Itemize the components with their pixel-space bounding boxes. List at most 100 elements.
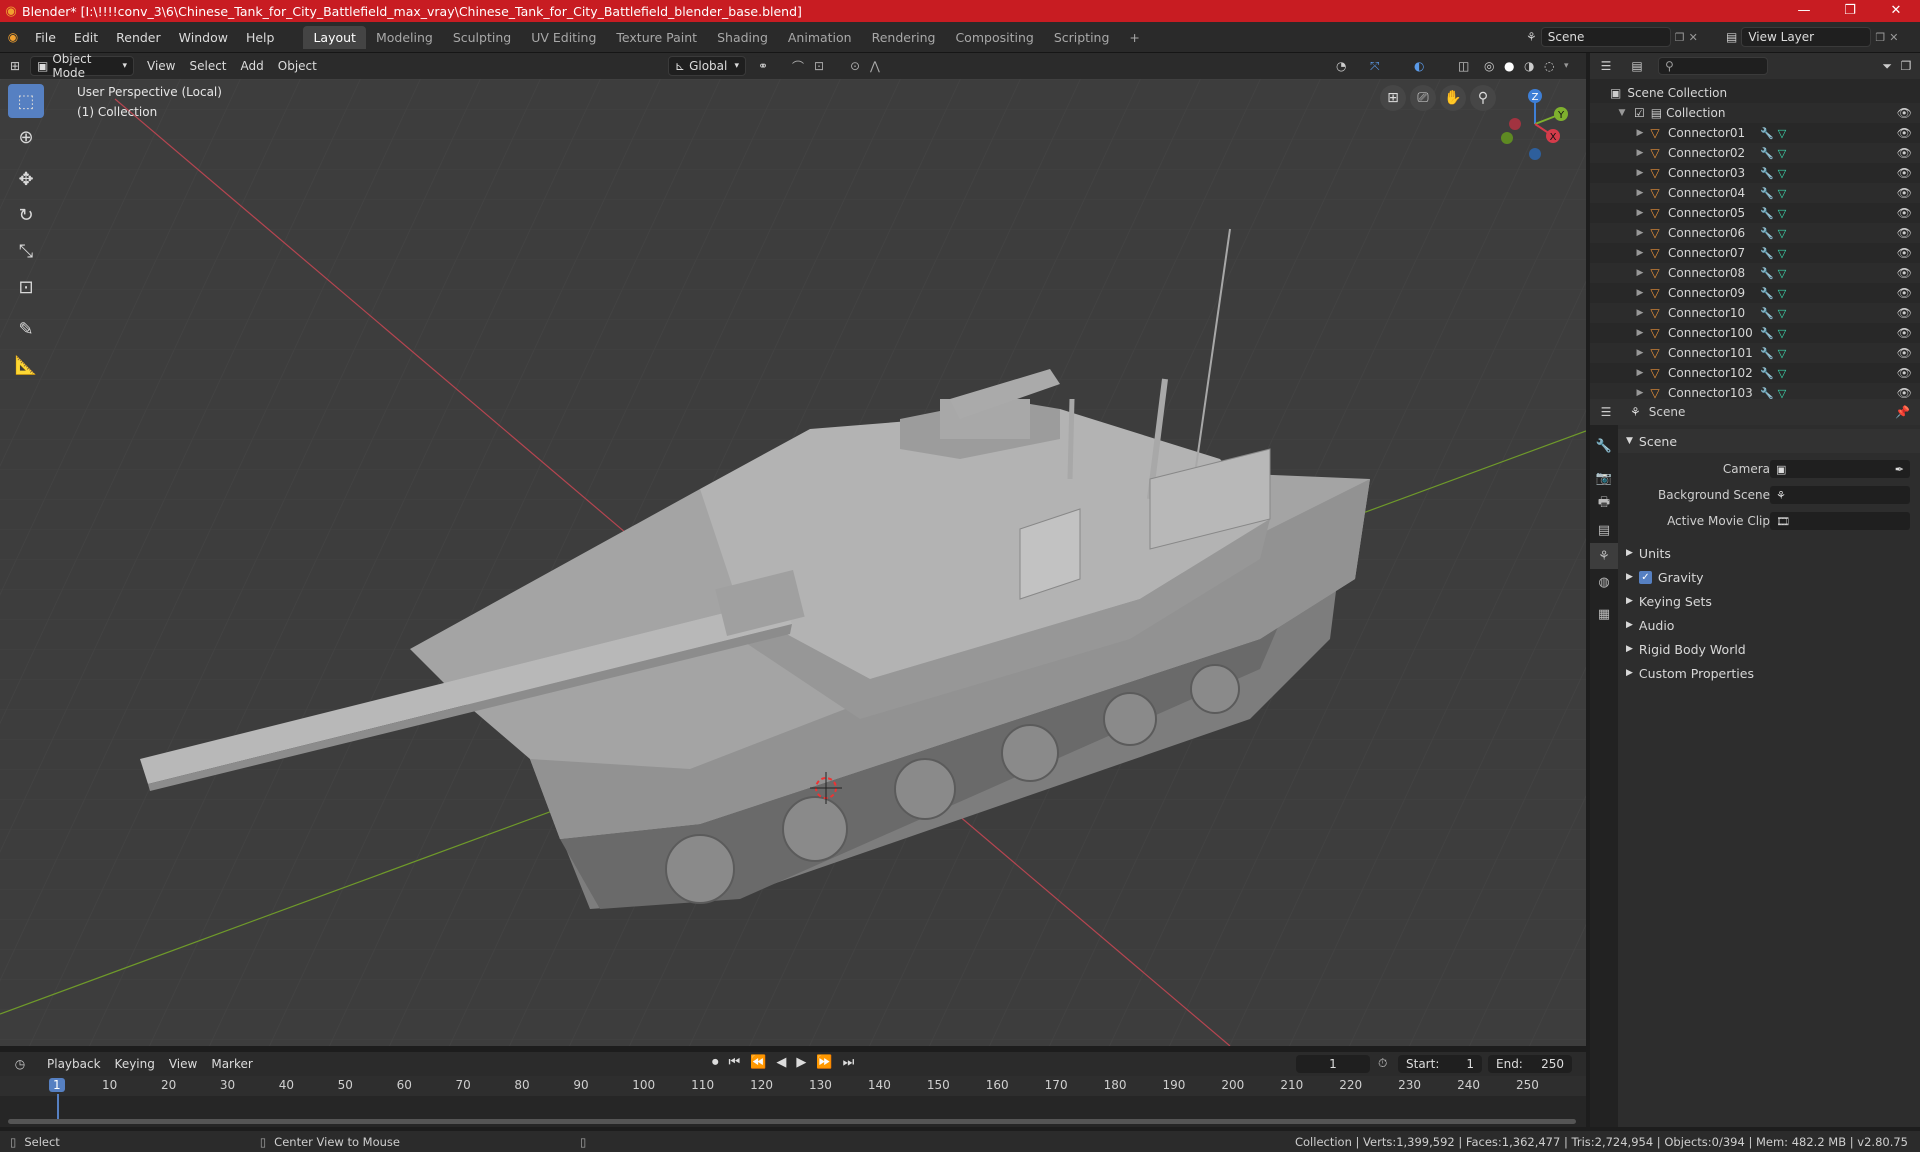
expand-triangle-icon[interactable]: ▶	[1634, 208, 1646, 218]
pivot-icon[interactable]: ⚭	[758, 59, 768, 73]
rendered-shading-icon[interactable]: ◌	[1544, 59, 1554, 73]
world-tab-icon[interactable]: ◍	[1590, 569, 1618, 595]
expand-triangle-icon[interactable]: ▶	[1634, 288, 1646, 298]
record-icon[interactable]: ⏺	[712, 1055, 719, 1070]
outliner-item[interactable]: ▶ ▽ Connector05 🔧 ▽ 👁	[1590, 203, 1920, 223]
eye-icon[interactable]: 👁	[1897, 386, 1912, 400]
mesh-data-icon[interactable]: ▽	[1778, 347, 1786, 360]
timeline-area[interactable]: 1 10 20 30 40 50 60 70 80 90 100 110 120 130 140 150 160…	[0, 1076, 1586, 1127]
tab-modeling[interactable]: Modeling	[366, 26, 443, 49]
expand-triangle-icon[interactable]: ▶	[1634, 368, 1646, 378]
outliner-item[interactable]: ▶ ▽ Connector09 🔧 ▽ 👁	[1590, 283, 1920, 303]
mode-selector[interactable]: ▣ Object Mode ▾	[30, 52, 134, 80]
remove-view-layer-icon[interactable]: ✕	[1889, 31, 1898, 44]
rotate-tool-icon[interactable]: ↻	[8, 198, 44, 232]
expand-triangle-icon[interactable]: ▶	[1634, 228, 1646, 238]
outliner-item[interactable]: ▶ ▽ Connector06 🔧 ▽ 👁	[1590, 223, 1920, 243]
eye-icon[interactable]: 👁	[1897, 366, 1912, 380]
mesh-data-icon[interactable]: ▽	[1778, 187, 1786, 200]
menu-timeline-view[interactable]: View	[162, 1057, 204, 1071]
tab-sculpting[interactable]: Sculpting	[443, 26, 521, 49]
material-shading-icon[interactable]: ◑	[1524, 59, 1534, 73]
eye-icon[interactable]: 👁	[1897, 306, 1912, 320]
current-frame-field[interactable]: 1	[1296, 1055, 1370, 1073]
snap-target-icon[interactable]: ⊡	[814, 59, 824, 73]
remove-scene-icon[interactable]: ✕	[1689, 31, 1698, 44]
solid-shading-icon[interactable]: ●	[1504, 59, 1514, 73]
navigation-gizmo[interactable]: Z Y X	[1495, 84, 1575, 164]
proportional-edit-icon[interactable]: ⊙	[850, 59, 860, 73]
3d-viewport[interactable]: User Perspective (Local) (1) Collection …	[0, 79, 1586, 1046]
outliner-item[interactable]: ▶ ▽ Connector08 🔧 ▽ 👁	[1590, 263, 1920, 283]
audio-panel-header[interactable]: ▶ Audio	[1618, 613, 1920, 637]
modifier-wrench-icon[interactable]: 🔧	[1760, 247, 1774, 260]
menu-file[interactable]: File	[26, 30, 65, 45]
mesh-data-icon[interactable]: ▽	[1778, 367, 1786, 380]
keying-sets-panel-header[interactable]: ▶ Keying Sets	[1618, 589, 1920, 613]
view-layer-tab-icon[interactable]: ▤	[1590, 517, 1618, 543]
modifier-wrench-icon[interactable]: 🔧	[1760, 227, 1774, 240]
menu-help[interactable]: Help	[237, 30, 284, 45]
menu-edit[interactable]: Edit	[65, 30, 107, 45]
expand-triangle-icon[interactable]: ▶	[1634, 328, 1646, 338]
outliner-item[interactable]: ▶ ▽ Connector102 🔧 ▽ 👁	[1590, 363, 1920, 383]
texture-tab-icon[interactable]: ▦	[1590, 601, 1618, 627]
menu-playback[interactable]: Playback	[40, 1057, 108, 1071]
tab-texture-paint[interactable]: Texture Paint	[606, 26, 707, 49]
outliner-item[interactable]: ▶ ▽ Connector07 🔧 ▽ 👁	[1590, 243, 1920, 263]
mesh-data-icon[interactable]: ▽	[1778, 247, 1786, 260]
scene-tab-icon[interactable]: ⚘	[1590, 543, 1618, 569]
wireframe-shading-icon[interactable]: ◎	[1484, 59, 1494, 73]
scale-tool-icon[interactable]: ⤡	[8, 234, 44, 268]
expand-triangle-icon[interactable]: ▶	[1634, 348, 1646, 358]
new-view-layer-icon[interactable]: ❐	[1875, 31, 1885, 44]
editor-type-icon[interactable]: ⊞	[0, 59, 30, 73]
modifier-wrench-icon[interactable]: 🔧	[1760, 327, 1774, 340]
eye-icon[interactable]: 👁	[1897, 106, 1912, 120]
annotate-tool-icon[interactable]: ✎	[8, 312, 44, 346]
jump-keyframe-forward-icon[interactable]: ⏩	[816, 1055, 832, 1070]
minimize-button[interactable]: —	[1781, 0, 1827, 22]
modifier-wrench-icon[interactable]: 🔧	[1760, 267, 1774, 280]
select-box-tool-icon[interactable]: ⬚	[8, 84, 44, 118]
new-collection-icon[interactable]: ❐	[1892, 59, 1920, 73]
active-movie-clip-field[interactable]: 🎞	[1770, 512, 1910, 530]
eye-icon[interactable]: 👁	[1897, 266, 1912, 280]
outliner-item[interactable]: ▶ ▽ Connector01 🔧 ▽ 👁	[1590, 123, 1920, 143]
eye-icon[interactable]: 👁	[1897, 126, 1912, 140]
modifier-wrench-icon[interactable]: 🔧	[1760, 207, 1774, 220]
outliner-item[interactable]: ▶ ▽ Connector04 🔧 ▽ 👁	[1590, 183, 1920, 203]
play-reverse-icon[interactable]: ◀	[776, 1055, 786, 1070]
gravity-checkbox[interactable]: ✓	[1638, 570, 1652, 584]
mesh-data-icon[interactable]: ▽	[1778, 287, 1786, 300]
mesh-data-icon[interactable]: ▽	[1778, 307, 1786, 320]
close-button[interactable]: ✕	[1873, 0, 1919, 22]
scene-panel-header[interactable]: ▼ Scene	[1618, 429, 1920, 453]
overlay-toggle-icon[interactable]: ◐	[1414, 59, 1424, 73]
eye-icon[interactable]: 👁	[1897, 286, 1912, 300]
modifier-wrench-icon[interactable]: 🔧	[1760, 367, 1774, 380]
expand-triangle-icon[interactable]: ▶	[1634, 268, 1646, 278]
eye-icon[interactable]: 👁	[1897, 346, 1912, 360]
render-tab-icon[interactable]: 📷	[1590, 465, 1618, 491]
eye-icon[interactable]: 👁	[1897, 226, 1912, 240]
tab-layout[interactable]: Layout	[303, 25, 366, 49]
outliner-item[interactable]: ▶ ▽ Connector02 🔧 ▽ 👁	[1590, 143, 1920, 163]
modifier-wrench-icon[interactable]: 🔧	[1760, 347, 1774, 360]
modifier-wrench-icon[interactable]: 🔧	[1760, 167, 1774, 180]
camera-view-icon[interactable]: ⎚	[1410, 85, 1436, 111]
custom-properties-panel-header[interactable]: ▶ Custom Properties	[1618, 661, 1920, 685]
eyedropper-icon[interactable]: ✒	[1895, 463, 1904, 476]
menu-render[interactable]: Render	[107, 30, 170, 45]
outliner-item[interactable]: ▶ ▽ Connector03 🔧 ▽ 👁	[1590, 163, 1920, 183]
tab-animation[interactable]: Animation	[778, 26, 862, 49]
eye-icon[interactable]: 👁	[1897, 326, 1912, 340]
stopwatch-icon[interactable]: ⏱	[1378, 1056, 1387, 1071]
rigid-body-world-panel-header[interactable]: ▶ Rigid Body World	[1618, 637, 1920, 661]
end-frame-field[interactable]: End: 250	[1488, 1055, 1572, 1073]
falloff-icon[interactable]: ⋀	[870, 59, 880, 73]
expand-triangle-icon[interactable]: ▶	[1634, 128, 1646, 138]
eye-icon[interactable]: 👁	[1897, 206, 1912, 220]
modifier-wrench-icon[interactable]: 🔧	[1760, 187, 1774, 200]
menu-object[interactable]: Object	[271, 59, 324, 73]
